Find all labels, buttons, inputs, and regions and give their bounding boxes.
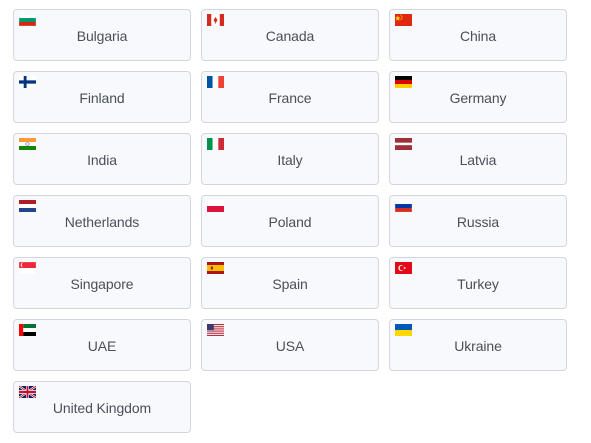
country-card-singapore[interactable]: Singapore bbox=[13, 257, 191, 309]
country-card-netherlands[interactable]: Netherlands bbox=[13, 195, 191, 247]
country-label: Bulgaria bbox=[76, 28, 128, 44]
country-label: United Kingdom bbox=[52, 400, 152, 416]
country-label: Spain bbox=[272, 276, 308, 292]
country-card-india[interactable]: India bbox=[13, 133, 191, 185]
country-card-spain[interactable]: Spain bbox=[201, 257, 379, 309]
country-label: India bbox=[87, 152, 117, 168]
country-label: USA bbox=[275, 338, 305, 354]
country-card-germany[interactable]: Germany bbox=[389, 71, 567, 123]
country-card-ukraine[interactable]: Ukraine bbox=[389, 319, 567, 371]
country-label: China bbox=[459, 28, 497, 44]
country-grid: Bulgaria Canada China Finland France Ger… bbox=[13, 9, 567, 433]
country-card-usa[interactable]: USA bbox=[201, 319, 379, 371]
country-label: Poland bbox=[268, 214, 312, 230]
country-label: Turkey bbox=[457, 276, 499, 292]
country-card-italy[interactable]: Italy bbox=[201, 133, 379, 185]
country-label: Ukraine bbox=[454, 338, 502, 354]
country-card-canada[interactable]: Canada bbox=[201, 9, 379, 61]
country-card-uae[interactable]: UAE bbox=[13, 319, 191, 371]
country-card-russia[interactable]: Russia bbox=[389, 195, 567, 247]
country-card-poland[interactable]: Poland bbox=[201, 195, 379, 247]
country-card-finland[interactable]: Finland bbox=[13, 71, 191, 123]
country-label: UAE bbox=[87, 338, 117, 354]
country-label: Germany bbox=[449, 90, 507, 106]
country-card-latvia[interactable]: Latvia bbox=[389, 133, 567, 185]
country-label: Latvia bbox=[459, 152, 497, 168]
country-card-france[interactable]: France bbox=[201, 71, 379, 123]
country-label: Canada bbox=[265, 28, 315, 44]
country-label: Netherlands bbox=[64, 214, 140, 230]
country-label: Finland bbox=[79, 90, 125, 106]
country-card-united-kingdom[interactable]: United Kingdom bbox=[13, 381, 191, 433]
country-label: Italy bbox=[277, 152, 303, 168]
country-card-turkey[interactable]: Turkey bbox=[389, 257, 567, 309]
country-card-bulgaria[interactable]: Bulgaria bbox=[13, 9, 191, 61]
country-card-china[interactable]: China bbox=[389, 9, 567, 61]
country-label: France bbox=[268, 90, 312, 106]
country-label: Singapore bbox=[70, 276, 134, 292]
country-label: Russia bbox=[456, 214, 500, 230]
